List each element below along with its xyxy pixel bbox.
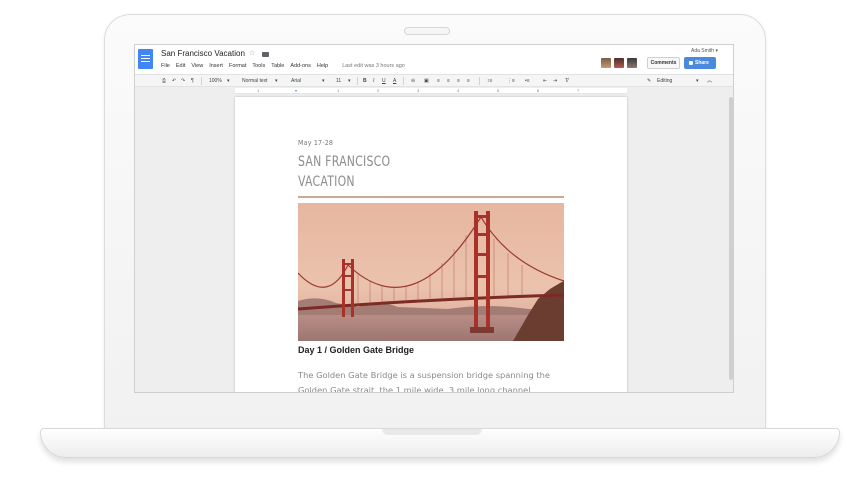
font-select[interactable]: Arial: [291, 77, 301, 85]
laptop-camera: [404, 27, 450, 35]
toolbar-divider: [357, 77, 358, 85]
menu-insert[interactable]: Insert: [209, 62, 223, 71]
screen: San Francisco Vacation ☆ File Edit View …: [134, 44, 734, 393]
increase-indent-icon[interactable]: ⇥: [553, 77, 557, 85]
document-title[interactable]: San Francisco Vacation: [161, 49, 245, 58]
menu-tools[interactable]: Tools: [252, 62, 265, 71]
comments-button[interactable]: Comments: [647, 57, 680, 69]
folder-icon[interactable]: [262, 52, 269, 57]
toolbar-divider: [403, 77, 404, 85]
golden-gate-bridge-photo[interactable]: [298, 203, 564, 341]
link-icon[interactable]: ⊖: [411, 77, 415, 85]
undo-icon[interactable]: ↶: [172, 77, 176, 85]
document-heading: SAN FRANCISCO VACATION: [298, 152, 470, 192]
align-left-icon[interactable]: ≡: [437, 77, 440, 85]
line-spacing-icon[interactable]: ↕≡: [487, 77, 492, 85]
formatting-toolbar: ⎙ ↶ ↷ ¶ 100% ▾ Normal text ▾ Arial ▾ 11 …: [135, 74, 733, 87]
indent-marker-icon[interactable]: ▾: [295, 88, 297, 93]
ruler-mark: 5: [497, 88, 500, 93]
text-color-button[interactable]: A: [393, 77, 396, 85]
bridge-illustration: [298, 203, 564, 341]
body-line-1: The Golden Gate Bridge is a suspension b…: [298, 370, 550, 380]
account-name[interactable]: Ada Smith ▾: [691, 48, 718, 54]
menu-edit[interactable]: Edit: [176, 62, 185, 71]
align-center-icon[interactable]: ≡: [447, 77, 450, 85]
ruler[interactable]: 1 ▾ 1 2 3 4 5 6 7: [235, 88, 627, 94]
editing-mode-select[interactable]: Editing: [657, 77, 672, 85]
body-paragraph: The Golden Gate Bridge is a suspension b…: [298, 368, 568, 393]
redo-icon[interactable]: ↷: [181, 77, 185, 85]
collapse-toolbar-icon[interactable]: ︽: [707, 77, 712, 85]
star-icon[interactable]: ☆: [249, 49, 255, 57]
day-heading: Day 1 / Golden Gate Bridge: [298, 345, 415, 355]
bulleted-list-icon[interactable]: •≡: [525, 77, 530, 85]
zoom-select[interactable]: 100%: [209, 77, 222, 85]
ruler-mark: 1: [257, 88, 260, 93]
align-justify-icon[interactable]: ≡: [467, 77, 470, 85]
menu-format[interactable]: Format: [229, 62, 246, 71]
paragraph-style-select[interactable]: Normal text: [242, 77, 268, 85]
heading-divider: [298, 196, 564, 198]
collaborator-avatars: [601, 58, 637, 68]
align-right-icon[interactable]: ≡: [457, 77, 460, 85]
body-line-2: Golden Gate strait, the 1 mile wide, 3 m…: [298, 385, 531, 393]
last-edit-status[interactable]: Last edit was 3 hours ago: [342, 62, 405, 71]
share-label: Share: [695, 60, 709, 66]
font-size-select[interactable]: 11: [336, 77, 341, 85]
numbered-list-icon[interactable]: ⋮≡: [507, 77, 515, 85]
comment-icon[interactable]: ▣: [424, 77, 429, 85]
laptop-base-notch: [382, 429, 482, 435]
bold-button[interactable]: B: [363, 77, 367, 85]
document-page[interactable]: May 17-28 SAN FRANCISCO VACATION Day 1 /…: [235, 97, 627, 393]
avatar[interactable]: [627, 58, 637, 68]
document-date: May 17-28: [298, 139, 334, 147]
ruler-mark: 6: [537, 88, 540, 93]
ruler-mark: 1: [337, 88, 340, 93]
underline-button[interactable]: U: [382, 77, 386, 85]
chevron-down-icon: ▾: [227, 78, 230, 84]
edit-pencil-icon: ✎: [647, 78, 652, 84]
avatar[interactable]: [601, 58, 611, 68]
avatar[interactable]: [614, 58, 624, 68]
ruler-mark: 4: [457, 88, 460, 93]
chevron-down-icon: ▾: [348, 78, 351, 84]
docs-logo-icon[interactable]: [138, 49, 153, 69]
heading-line-1: SAN FRANCISCO: [298, 154, 391, 170]
menu-help[interactable]: Help: [317, 62, 328, 71]
menu-view[interactable]: View: [191, 62, 203, 71]
paint-format-icon[interactable]: ¶: [191, 77, 194, 85]
vertical-scrollbar[interactable]: [729, 97, 733, 380]
clear-formatting-icon[interactable]: T̸: [565, 77, 568, 85]
toolbar-divider: [201, 77, 202, 85]
ruler-mark: 7: [577, 88, 580, 93]
decrease-indent-icon[interactable]: ⇤: [543, 77, 547, 85]
ruler-mark: 2: [377, 88, 380, 93]
chevron-down-icon: ▾: [696, 78, 699, 84]
chevron-down-icon: ▾: [322, 78, 325, 84]
menu-bar: File Edit View Insert Format Tools Table…: [161, 62, 405, 71]
menu-file[interactable]: File: [161, 62, 170, 71]
toolbar-divider: [479, 77, 480, 85]
heading-line-2: VACATION: [298, 174, 355, 190]
docs-header: San Francisco Vacation ☆ File Edit View …: [135, 45, 733, 75]
share-button[interactable]: Share: [684, 57, 716, 69]
menu-add-ons[interactable]: Add-ons: [290, 62, 311, 71]
print-icon[interactable]: ⎙: [162, 77, 166, 85]
menu-table[interactable]: Table: [271, 62, 284, 71]
chevron-down-icon: ▾: [275, 78, 278, 84]
lock-icon: [689, 61, 693, 65]
ruler-mark: 3: [417, 88, 420, 93]
italic-button[interactable]: I: [373, 77, 374, 85]
